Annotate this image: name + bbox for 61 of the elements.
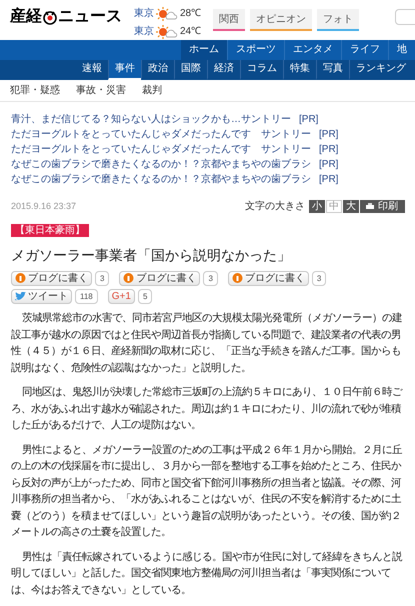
nav-tab[interactable]: 国際 bbox=[174, 60, 207, 80]
font-size-label: 文字の大きさ bbox=[245, 200, 305, 214]
weather-temp: 28℃ bbox=[180, 9, 202, 19]
bird-icon bbox=[15, 292, 26, 301]
article-title: メガソーラー事業者「国から説明なかった」 bbox=[10, 246, 292, 265]
nav-tab[interactable]: 写真 bbox=[316, 60, 349, 80]
pr-link[interactable]: ただヨーグルトをとっていたんじゃダメだったんです サントリー bbox=[11, 143, 311, 156]
speech-bubble-icon bbox=[123, 273, 134, 284]
weather-city: 東京 bbox=[134, 27, 154, 37]
category-link[interactable]: 事故・災害 bbox=[76, 83, 126, 98]
sun-cloud-icon bbox=[156, 25, 178, 39]
share-button[interactable]: ツイート bbox=[11, 289, 72, 304]
nav-tab[interactable]: 事件 bbox=[108, 60, 141, 80]
speech-bubble-icon bbox=[232, 273, 243, 284]
logo-icon bbox=[42, 9, 58, 25]
pr-link[interactable]: なぜこの歯ブラシで磨きたくなるのか！？京都やまちやの歯ブラシ bbox=[11, 158, 311, 171]
category-link[interactable]: 犯罪・疑惑 bbox=[10, 83, 60, 98]
font-size-button[interactable]: 小 bbox=[309, 200, 325, 213]
share-button[interactable]: ブログに書く bbox=[228, 271, 309, 286]
nav-tab[interactable]: 特集 bbox=[283, 60, 316, 80]
print-button[interactable]: 印刷 bbox=[360, 200, 405, 213]
pr-tag: [PR] bbox=[299, 113, 318, 126]
section-tab[interactable]: フォト bbox=[317, 9, 360, 31]
category-tag: 【東日本豪雨】 bbox=[11, 224, 89, 237]
section-tab[interactable]: オピニオン bbox=[250, 9, 312, 31]
font-size-button[interactable]: 大 bbox=[343, 200, 359, 213]
nav-tab[interactable]: ホーム bbox=[181, 40, 227, 60]
pr-tag: [PR] bbox=[319, 158, 338, 171]
pr-link[interactable]: なぜこの歯ブラシで磨きたくなるのか！？京都やまちやの歯ブラシ bbox=[11, 173, 311, 186]
article-paragraph: 茨城県常総市の水害で、同市若宮戸地区の大規模太陽光発電所（メガソーラー）の建設工事が越水の原因ではと住民や周辺首長が指摘している問題で、建設業者の代表の男性（４５）が１６日、産経新聞の取材に応じ、「正当な手続きを踏んだ工事。国からも説明はなく、危険性の認識はなかった」と説明した。 bbox=[11, 311, 403, 376]
share-button[interactable]: G+1 bbox=[108, 289, 135, 304]
section-tab[interactable]: 関西 bbox=[213, 9, 246, 31]
share-count: 118 bbox=[75, 289, 98, 304]
speech-bubble-icon bbox=[15, 273, 26, 284]
nav-tab[interactable]: コラム bbox=[240, 60, 283, 80]
share-count: 5 bbox=[138, 289, 152, 304]
share-button[interactable]: ブログに書く bbox=[11, 271, 92, 286]
sun-cloud-icon bbox=[156, 7, 178, 21]
category-link[interactable]: 裁判 bbox=[142, 83, 162, 98]
share-count: 3 bbox=[95, 271, 110, 286]
nav-tab[interactable]: 政治 bbox=[141, 60, 174, 80]
publish-date: 2015.9.16 23:37 bbox=[11, 200, 76, 213]
share-count: 3 bbox=[203, 271, 218, 286]
printer-icon bbox=[366, 203, 374, 210]
pr-link[interactable]: 青汁、まだ信じてる？知らない人はショックかも…サントリー bbox=[11, 113, 291, 126]
weather-temp: 24℃ bbox=[180, 27, 202, 37]
pr-tag: [PR] bbox=[319, 128, 338, 141]
pr-tag: [PR] bbox=[319, 143, 338, 156]
logo-text[interactable]: ニュース bbox=[58, 9, 122, 25]
logo-text[interactable]: 産経 bbox=[10, 9, 42, 25]
nav-tab[interactable]: 経済 bbox=[207, 60, 240, 80]
share-button[interactable]: ブログに書く bbox=[119, 271, 200, 286]
weather-city: 東京 bbox=[134, 9, 154, 19]
nav-tab[interactable]: 速報 bbox=[76, 60, 108, 80]
article-paragraph: 男性によると、メガソーラー設置のための工事は平成２６年１月から開始。２月に丘の上の木の伐採届を市に提出し、３月から一部を整地する工事を始めたところ、住民から反対の声が上がったため、同市と国交省下館河川事務所の担当者と協議。その際、河川事務所の担当者から、「水があふれることはないが、住民の不安を解消するために土嚢（どのう）を積ませてほしい」という趣旨の説明があったという。その後、国が約２メートルの高さの土嚢を設置した。 bbox=[11, 443, 403, 540]
article-paragraph: 男性は「責任転嫁されているように感じる。国や市が住民に対して経緯をきちんと説明してほしい」と話した。国交省関東地方整備局の河川担当者は「事実関係については、今はお答えできない」としている。 bbox=[11, 550, 404, 598]
share-count: 3 bbox=[312, 271, 326, 286]
pr-link[interactable]: ただヨーグルトをとっていたんじゃダメだったんです サントリー bbox=[11, 128, 311, 141]
pr-tag: [PR] bbox=[319, 173, 338, 186]
nav-tab[interactable]: ランキング bbox=[349, 60, 412, 80]
article-paragraph: 同地区は、鬼怒川が決壊した常総市三坂町の上流約５キロにあり、１０日午前６時ごろ、水があふれ出す越水が確認された。周辺は約１キロにわたり、川の流れで砂が堆積した丘があるだけで、人工の堤防はない。 bbox=[11, 385, 404, 433]
